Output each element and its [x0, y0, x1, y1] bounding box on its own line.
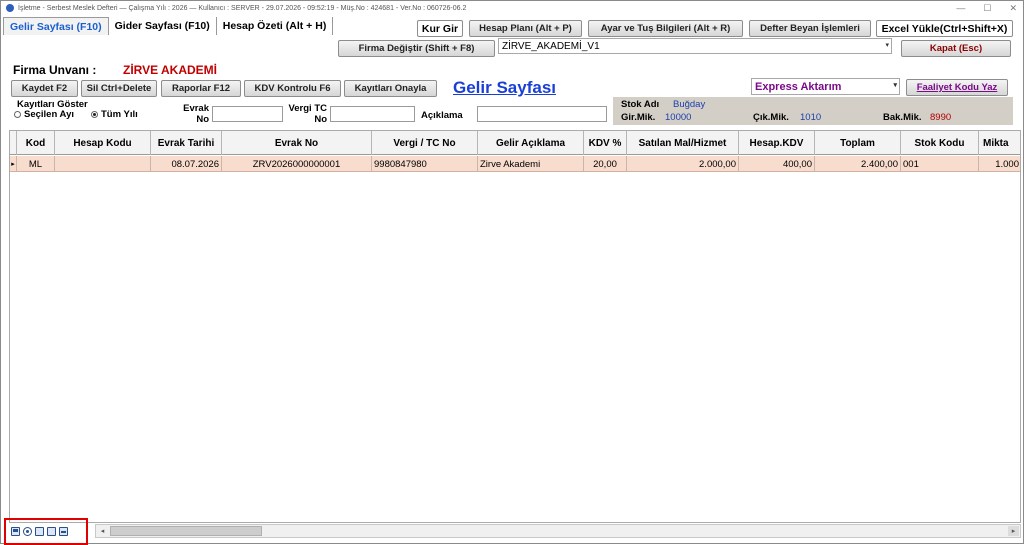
printer-icon[interactable]	[59, 527, 68, 536]
vergi-tc-no-input[interactable]	[330, 106, 415, 122]
scroll-left-icon[interactable]: ◂	[97, 526, 108, 536]
eye-icon[interactable]	[23, 527, 32, 536]
kayitlari-onayla-button[interactable]: Kayıtları Onayla	[344, 80, 437, 97]
column-header-gelir-aciklama[interactable]: Gelir Açıklama	[478, 131, 584, 155]
vergi-tc-label-line2: No	[314, 114, 327, 125]
column-header-miktar[interactable]: Mikta	[979, 131, 1020, 155]
tum-yili-radio[interactable]: Tüm Yılı	[91, 109, 138, 120]
kayitlari-goster-group: Kayıtları Göster Seçilen Ayı Tüm Yılı	[11, 98, 163, 124]
stock-info-panel: Stok Adı Buğday Gir.Mik. 10000 Çık.Mik. …	[613, 97, 1013, 125]
cell-satilan-mal-hizmet[interactable]: 2.000,00	[627, 156, 739, 172]
excel-yukle-button[interactable]: Excel Yükle(Ctrl+Shift+X)	[876, 20, 1013, 37]
cell-evrak-tarihi[interactable]: 08.07.2026	[151, 156, 222, 172]
gir-mik-label: Gir.Mik.	[621, 112, 656, 123]
cik-mik-value: 1010	[800, 112, 822, 123]
tab-hesap-ozeti[interactable]: Hesap Özeti (Alt + H)	[217, 17, 334, 35]
firma-combo[interactable]: ZİRVE_AKADEMİ_V1 ▾	[498, 38, 892, 54]
stok-adi-label: Stok Adı	[621, 99, 660, 110]
express-aktarim-combo[interactable]: Express Aktarım ▾	[751, 78, 900, 95]
kur-gir-button[interactable]: Kur Gir	[417, 20, 463, 37]
page-tabs: Gelir Sayfası (F10) Gider Sayfası (F10) …	[3, 17, 334, 35]
minimize-icon[interactable]: —	[956, 3, 965, 13]
grid-header: Kod Hesap Kodu Evrak Tarihi Evrak No Ver…	[10, 131, 1020, 155]
bak-mik-value: 8990	[930, 112, 952, 123]
horizontal-scrollbar[interactable]: ◂ ▸	[95, 524, 1021, 538]
firma-unvani-label: Firma Unvanı :	[13, 63, 97, 77]
column-header-stok-kodu[interactable]: Stok Kodu	[901, 131, 979, 155]
column-header-evrak-tarihi[interactable]: Evrak Tarihi	[151, 131, 222, 155]
evrak-no-input[interactable]	[212, 106, 283, 122]
cell-hesap-kodu[interactable]	[55, 156, 151, 172]
scroll-right-icon[interactable]: ▸	[1008, 526, 1019, 536]
cik-mik-label: Çık.Mik.	[753, 112, 789, 123]
kdv-kontrolu-button[interactable]: KDV Kontrolu F6	[244, 80, 341, 97]
gir-mik-value: 10000	[665, 112, 692, 123]
cell-kod[interactable]: ML	[17, 156, 55, 172]
cell-hesap-kdv[interactable]: 400,00	[739, 156, 815, 172]
express-aktarim-value: Express Aktarım	[755, 80, 842, 93]
radio-unchecked-icon[interactable]	[14, 111, 21, 118]
chevron-down-icon[interactable]: ▾	[885, 41, 889, 49]
export-icon[interactable]	[47, 527, 56, 536]
close-icon[interactable]: ✕	[1009, 3, 1017, 14]
vergi-tc-label-line1: Vergi TC	[288, 103, 327, 114]
table-row[interactable]: ▸ ML 08.07.2026 ZRV2026000000001 9980847…	[10, 156, 1020, 172]
evrak-no-label-line1: Evrak	[183, 103, 209, 114]
kaydet-button[interactable]: Kaydet F2	[11, 80, 78, 97]
chevron-down-icon[interactable]: ▾	[893, 81, 897, 89]
evrak-no-label: Evrak No	[169, 103, 209, 125]
row-pointer-icon[interactable]: ▸	[10, 156, 17, 172]
cell-vergi-tc-no[interactable]: 9980847980	[372, 156, 478, 172]
stok-adi-value: Buğday	[673, 99, 706, 110]
cell-gelir-aciklama[interactable]: Zirve Akademi	[478, 156, 584, 172]
bottom-toolbar	[4, 518, 88, 545]
cell-miktar[interactable]: 1.000	[979, 156, 1020, 172]
cell-stok-kodu[interactable]: 001	[901, 156, 979, 172]
tab-gider-sayfasi[interactable]: Gider Sayfası (F10)	[109, 17, 217, 35]
evrak-no-label-line2: No	[196, 114, 209, 125]
window-title: İşletme - Serbest Meslek Defteri — Çalış…	[18, 4, 467, 12]
gelir-grid[interactable]: Kod Hesap Kodu Evrak Tarihi Evrak No Ver…	[9, 130, 1021, 523]
secilen-ayi-radio[interactable]: Seçilen Ayı	[14, 109, 74, 120]
column-header-kod[interactable]: Kod	[17, 131, 55, 155]
aciklama-label: Açıklama	[421, 110, 463, 121]
column-header-satilan-mal-hizmet[interactable]: Satılan Mal/Hizmet	[627, 131, 739, 155]
hesap-plani-button[interactable]: Hesap Planı (Alt + P)	[469, 20, 582, 37]
column-header-evrak-no[interactable]: Evrak No	[222, 131, 372, 155]
application-window: İşletme - Serbest Meslek Defteri — Çalış…	[0, 0, 1024, 545]
bak-mik-label: Bak.Mik.	[883, 112, 922, 123]
firma-combo-value: ZİRVE_AKADEMİ_V1	[502, 40, 600, 52]
window-controls: — ☐ ✕	[956, 1, 1017, 15]
column-header-vergi-tc-no[interactable]: Vergi / TC No	[372, 131, 478, 155]
document-search-icon[interactable]	[35, 527, 44, 536]
maximize-icon[interactable]: ☐	[983, 3, 991, 14]
column-header-hesap-kodu[interactable]: Hesap Kodu	[55, 131, 151, 155]
ayar-tus-bilgileri-button[interactable]: Ayar ve Tuş Bilgileri (Alt + R)	[588, 20, 743, 37]
tab-gelir-sayfasi[interactable]: Gelir Sayfası (F10)	[3, 17, 109, 35]
scroll-thumb[interactable]	[110, 526, 262, 536]
column-header-toplam[interactable]: Toplam	[815, 131, 901, 155]
defter-beyan-button[interactable]: Defter Beyan İşlemleri	[749, 20, 871, 37]
kapat-button[interactable]: Kapat (Esc)	[901, 40, 1011, 57]
sil-button[interactable]: Sil Ctrl+Delete	[81, 80, 157, 97]
tum-yili-label: Tüm Yılı	[101, 109, 138, 120]
column-header-hesap-kdv[interactable]: Hesap.KDV	[739, 131, 815, 155]
title-bar: İşletme - Serbest Meslek Defteri — Çalış…	[1, 1, 1023, 15]
cell-toplam[interactable]: 2.400,00	[815, 156, 901, 172]
aciklama-input[interactable]	[477, 106, 607, 122]
firma-unvani-value: ZİRVE AKADEMİ	[123, 63, 218, 77]
vergi-tc-no-label: Vergi TC No	[279, 103, 327, 125]
firma-degistir-button[interactable]: Firma Değiştir (Shift + F8)	[338, 40, 495, 57]
page-title[interactable]: Gelir Sayfası	[453, 78, 556, 98]
faaliyet-kodu-yaz-button[interactable]: Faaliyet Kodu Yaz	[906, 79, 1008, 96]
raporlar-button[interactable]: Raporlar F12	[161, 80, 241, 97]
app-icon	[6, 4, 14, 12]
cell-evrak-no[interactable]: ZRV2026000000001	[222, 156, 372, 172]
row-selector-header[interactable]	[10, 131, 17, 155]
save-icon[interactable]	[11, 527, 20, 536]
secilen-ayi-label: Seçilen Ayı	[24, 109, 74, 120]
radio-checked-icon[interactable]	[91, 111, 98, 118]
column-header-kdv-yuzde[interactable]: KDV %	[584, 131, 627, 155]
cell-kdv-yuzde[interactable]: 20,00	[584, 156, 627, 172]
